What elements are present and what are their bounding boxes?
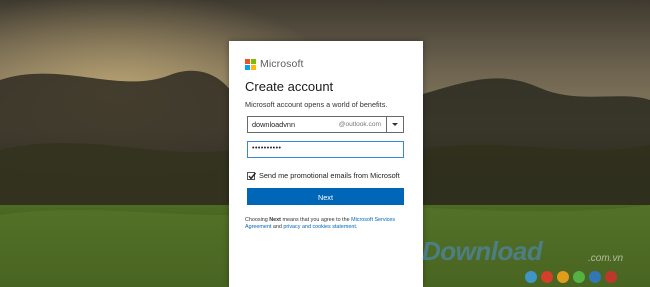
- legal-text: Choosing Next means that you agree to th…: [245, 217, 411, 231]
- chevron-down-icon: [392, 123, 398, 126]
- privacy-statement-link[interactable]: privacy and cookies statement: [283, 224, 356, 230]
- watermark-dot: [541, 271, 553, 283]
- logo-square-yellow: [251, 64, 256, 70]
- legal-middle: means that you agree to the: [280, 217, 352, 223]
- microsoft-logo-icon: [245, 58, 256, 70]
- next-button[interactable]: Next: [247, 188, 404, 205]
- watermark-dot: [589, 271, 601, 283]
- logo-square-red: [245, 58, 250, 64]
- checkmark-icon: [248, 172, 257, 180]
- page-title: Create account: [245, 79, 334, 94]
- logo-square-blue: [245, 64, 250, 70]
- legal-and: and: [271, 224, 284, 231]
- legal-prefix: Choosing: [245, 217, 270, 223]
- legal-end: .: [355, 224, 358, 231]
- watermark-dot: [525, 271, 537, 283]
- email-input[interactable]: downloadvnn: [248, 117, 339, 132]
- domain-dropdown-button[interactable]: [386, 117, 403, 132]
- watermark-logo: Download: [422, 236, 543, 266]
- watermark-dot: [605, 271, 617, 283]
- legal-bold-next: Next: [269, 217, 281, 223]
- promo-checkbox-label: Send me promotional emails from Microsof…: [259, 171, 400, 180]
- watermark-dot: [573, 271, 585, 283]
- email-domain-label: @outlook.com: [338, 121, 381, 128]
- create-account-card: Microsoft Create account Microsoft accou…: [229, 41, 423, 287]
- brand-name: Microsoft: [260, 58, 304, 70]
- brand: Microsoft: [245, 58, 304, 70]
- email-field[interactable]: downloadvnn @outlook.com: [247, 116, 404, 133]
- logo-square-green: [251, 58, 256, 64]
- watermark-dots: [525, 271, 617, 283]
- page-subtitle: Microsoft account opens a world of benef…: [245, 100, 388, 109]
- watermark-suffix: .com.vn: [588, 253, 624, 264]
- watermark-dot: [557, 271, 569, 283]
- promo-checkbox[interactable]: [247, 171, 257, 180]
- password-field[interactable]: ••••••••••: [247, 141, 404, 158]
- promo-checkbox-row[interactable]: Send me promotional emails from Microsof…: [247, 171, 400, 180]
